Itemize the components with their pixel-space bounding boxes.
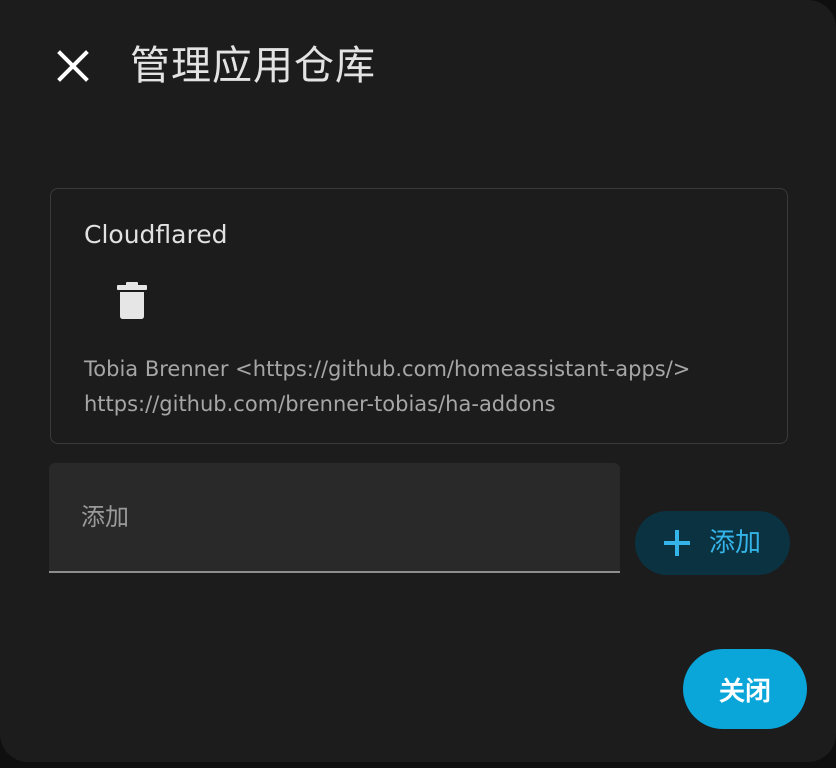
- add-repository-field[interactable]: [49, 463, 620, 573]
- add-repository-input[interactable]: [49, 463, 620, 571]
- close-button[interactable]: 关闭: [683, 649, 807, 729]
- close-button-label: 关闭: [718, 676, 771, 707]
- add-button-label: 添加: [709, 528, 762, 558]
- trash-icon: [117, 282, 147, 319]
- repository-url: https://github.com/brenner-tobias/ha-add…: [84, 392, 556, 416]
- delete-repository-button[interactable]: [108, 275, 156, 327]
- dialog-title: 管理应用仓库: [130, 43, 376, 89]
- close-icon[interactable]: [53, 46, 93, 86]
- manage-repositories-dialog: 管理应用仓库 Cloudflared Tobia Brenner <https:…: [0, 0, 836, 762]
- repository-maintainer: Tobia Brenner <https://github.com/homeas…: [84, 357, 691, 381]
- repository-name: Cloudflared: [84, 220, 228, 249]
- plus-icon: [664, 530, 690, 556]
- add-repository-button[interactable]: 添加: [635, 511, 790, 575]
- repository-card: Cloudflared Tobia Brenner <https://githu…: [50, 188, 788, 444]
- dialog-header: 管理应用仓库: [0, 0, 836, 130]
